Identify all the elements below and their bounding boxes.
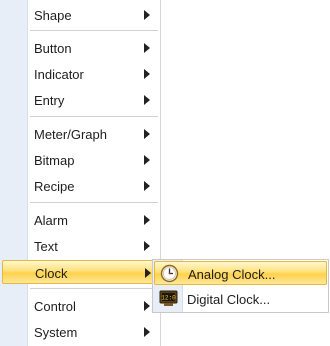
- menu-item-label: Shape: [34, 8, 72, 23]
- menu-item-indicator[interactable]: Indicator: [2, 62, 158, 86]
- submenu-item-label: Digital Clock...: [187, 292, 271, 307]
- menu-item-label: Alarm: [34, 213, 68, 228]
- submenu-arrow-icon: [144, 129, 150, 139]
- menu-item-bitmap[interactable]: Bitmap: [2, 148, 158, 172]
- submenu-item-analog-clock[interactable]: Analog Clock...: [154, 261, 327, 285]
- analog-clock-icon: [160, 264, 179, 283]
- submenu-item-digital-clock[interactable]: 12:0 Digital Clock...: [154, 287, 327, 311]
- menu-item-shape[interactable]: Shape: [2, 3, 158, 27]
- submenu-arrow-icon: [144, 301, 150, 311]
- menu-separator: [30, 202, 158, 203]
- digital-clock-icon: 12:0: [159, 290, 178, 306]
- menu-separator: [30, 288, 158, 289]
- menu-item-label: Meter/Graph: [34, 127, 107, 142]
- menu-item-text[interactable]: Text: [2, 234, 158, 258]
- menu-item-label: Text: [34, 239, 58, 254]
- svg-text:12:0: 12:0: [161, 295, 176, 302]
- menu-item-meter-graph[interactable]: Meter/Graph: [2, 122, 158, 146]
- submenu-arrow-icon: [145, 268, 151, 278]
- menu-item-label: Entry: [34, 93, 65, 108]
- menu-item-button[interactable]: Button: [2, 36, 158, 60]
- submenu-arrow-icon: [144, 155, 150, 165]
- submenu-arrow-icon: [144, 241, 150, 251]
- menu-item-recipe[interactable]: Recipe: [2, 174, 158, 198]
- submenu-arrow-icon: [144, 10, 150, 20]
- menu-item-label: Clock: [35, 266, 68, 281]
- menu-item-clock[interactable]: Clock: [2, 260, 158, 284]
- submenu-arrow-icon: [144, 327, 150, 337]
- menu-item-entry[interactable]: Entry: [2, 88, 158, 112]
- menu-item-label: Button: [34, 41, 72, 56]
- submenu-item-label: Analog Clock...: [188, 267, 276, 282]
- menu-item-system[interactable]: System: [2, 320, 158, 344]
- submenu-arrow-icon: [144, 43, 150, 53]
- menu-item-control[interactable]: Control: [2, 294, 158, 318]
- menu-item-label: Control: [34, 299, 76, 314]
- menu-separator: [30, 116, 158, 117]
- submenu-arrow-icon: [144, 215, 150, 225]
- submenu-arrow-icon: [144, 95, 150, 105]
- context-menu: Shape Button Indicator Entry Meter/Graph…: [0, 0, 161, 346]
- menu-item-alarm[interactable]: Alarm: [2, 208, 158, 232]
- submenu-arrow-icon: [144, 69, 150, 79]
- menu-item-label: System: [34, 325, 78, 340]
- menu-item-label: Bitmap: [34, 153, 75, 168]
- menu-item-label: Recipe: [34, 179, 75, 194]
- submenu-arrow-icon: [144, 181, 150, 191]
- menu-separator: [30, 30, 158, 31]
- menu-item-label: Indicator: [34, 67, 84, 82]
- clock-submenu: Analog Clock... 12:0 Digital Clock...: [152, 259, 329, 313]
